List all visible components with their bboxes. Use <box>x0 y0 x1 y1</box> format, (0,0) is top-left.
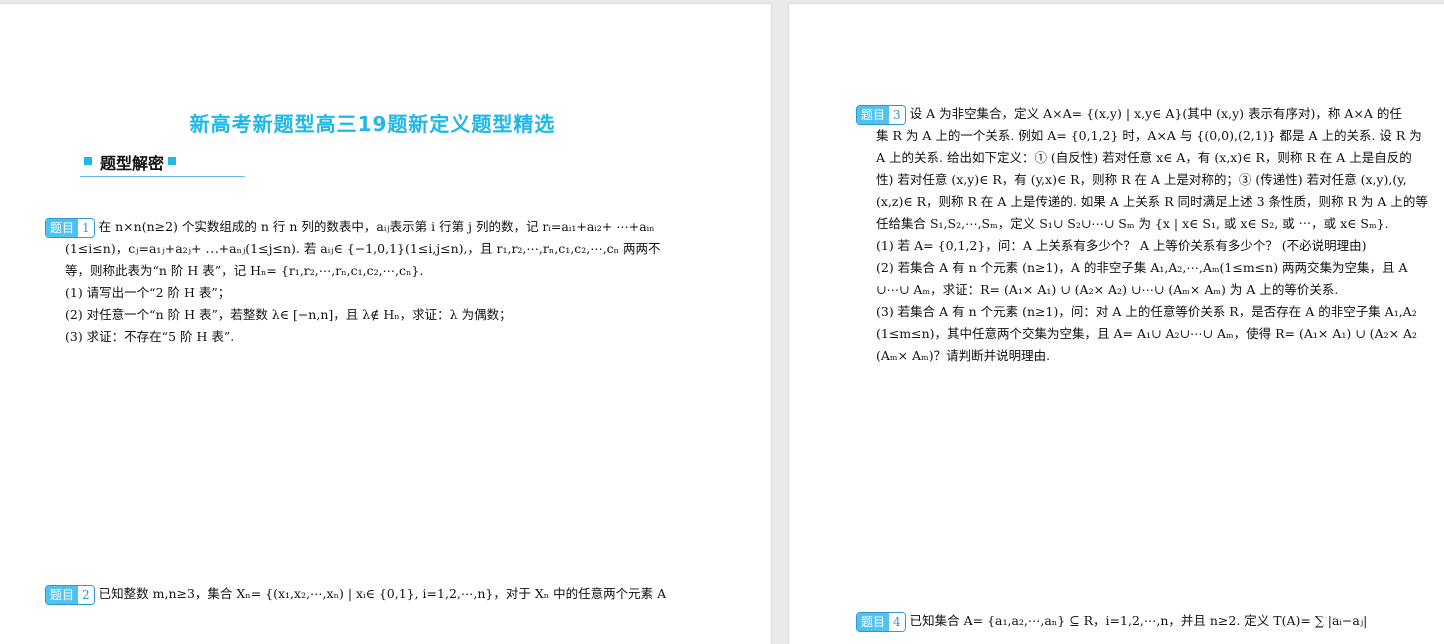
left-page: 新高考新题型高三19题新定义题型精选 题型解密 题目 1 在 n×n(n≥2) 个实… <box>0 4 771 644</box>
problem-line: (x,z)∈ R，则称 R 在 A 上是传递的. 如果 A 上关系 R 同时满足… <box>876 194 1428 209</box>
section-label: 题型解密 <box>100 154 165 173</box>
problem-line: 题目 2 已知整数 m,n≥3，集合 Xₙ= {(x₁,x₂,⋯,xₙ) | xᵢ∈… <box>45 583 735 605</box>
problem-line: (2) 对任意一个“n 阶 H 表”，若整数 λ∈ [−n,n]，且 λ∉ Hₙ… <box>65 307 512 322</box>
problem-tag-label: 题目 <box>857 105 890 124</box>
problem-text: 设 A 为非空集合，定义 A×A= {(x,y) | x,y∈ A}(其中 (x… <box>909 106 1402 121</box>
problem-tag: 题目 1 <box>45 217 95 238</box>
problem-text: 在 n×n(n≥2) 个实数组成的 n 行 n 列的数表中，aᵢⱼ表示第 i 行… <box>98 219 655 234</box>
problem-tag-number: 2 <box>78 585 94 604</box>
page-title: 新高考新题型高三19题新定义题型精选 <box>189 112 556 136</box>
square-bullet-icon <box>168 156 177 165</box>
problem-line: 题目 1 在 n×n(n≥2) 个实数组成的 n 行 n 列的数表中，aᵢⱼ表示第 … <box>45 216 735 238</box>
problem-line: (1) 若 A= {0,1,2}，问：A 上关系有多少个？ A 上等价关系有多少… <box>876 238 1367 253</box>
problem-line: 题目 4 已知集合 A= {a₁,a₂,⋯,aₙ} ⊆ R，i=1,2,⋯,n，并且… <box>856 610 1444 632</box>
problem-line: (1≤i≤n)，cⱼ=a₁ⱼ+a₂ⱼ+ ⋯+aₙⱼ(1≤j≤n). 若 aᵢⱼ∈… <box>65 241 661 256</box>
problem-tag-number: 3 <box>889 105 905 124</box>
problem-line: (1) 请写出一个“2 阶 H 表”； <box>65 285 231 300</box>
problem-line: 集 R 为 A 上的一个关系. 例如 A= {0,1,2} 时，A×A 与 {(… <box>876 128 1422 143</box>
problem-line: (1≤m≤n)，其中任意两个交集为空集，且 A= A₁∪ A₂∪⋯∪ Aₘ，使得… <box>876 326 1418 341</box>
problem-tag: 题目 3 <box>856 104 906 125</box>
problem-text: 已知集合 A= {a₁,a₂,⋯,aₙ} ⊆ R，i=1,2,⋯,n，并且 n≥… <box>909 613 1368 628</box>
problem-tag-number: 1 <box>78 218 94 237</box>
right-page: 题目 3 设 A 为非空集合，定义 A×A= {(x,y) | x,y∈ A}(其中… <box>789 4 1444 644</box>
problem-tag: 题目 2 <box>45 584 95 605</box>
problem-line: 题目 3 设 A 为非空集合，定义 A×A= {(x,y) | x,y∈ A}(其中… <box>856 103 1444 125</box>
problem-3: 题目 3 设 A 为非空集合，定义 A×A= {(x,y) | x,y∈ A}(其中… <box>856 103 1444 367</box>
section-heading: 题型解密 <box>80 150 245 177</box>
problem-1: 题目 1 在 n×n(n≥2) 个实数组成的 n 行 n 列的数表中，aᵢⱼ表示第 … <box>45 216 735 348</box>
square-bullet-icon <box>84 156 92 165</box>
problem-line: 任给集合 S₁,S₂,⋯,Sₘ，定义 S₁∪ S₂∪⋯∪ Sₘ 为 {x | x… <box>876 216 1389 231</box>
problem-4: 题目 4 已知集合 A= {a₁,a₂,⋯,aₙ} ⊆ R，i=1,2,⋯,n，并且… <box>856 610 1444 632</box>
problem-line: 性) 若对任意 (x,y)∈ R，有 (y,x)∈ R，则称 R 在 A 上是对… <box>876 172 1407 187</box>
problem-text: 已知整数 m,n≥3，集合 Xₙ= {(x₁,x₂,⋯,xₙ) | xᵢ∈ {0… <box>98 586 667 601</box>
problem-line: A 上的关系. 给出如下定义：① (自反性) 若对任意 x∈ A，有 (x,x)… <box>876 150 1412 165</box>
problem-line: (3) 若集合 A 有 n 个元素 (n≥1)，问：对 A 上的任意等价关系 R… <box>876 304 1417 319</box>
problem-tag-label: 题目 <box>46 585 79 604</box>
problem-tag-label: 题目 <box>46 218 79 237</box>
problem-line: (2) 若集合 A 有 n 个元素 (n≥1)，A 的非空子集 A₁,A₂,⋯,… <box>876 260 1408 275</box>
problem-line: (3) 求证：不存在“5 阶 H 表”. <box>65 329 235 344</box>
problem-2: 题目 2 已知整数 m,n≥3，集合 Xₙ= {(x₁,x₂,⋯,xₙ) | xᵢ∈… <box>45 583 735 605</box>
problem-line: ∪⋯∪ Aₘ，求证：R= (A₁× A₁) ∪ (A₂× A₂) ∪⋯∪ (Aₘ… <box>876 282 1339 297</box>
problem-line: (Aₘ× Aₘ)？请判断并说明理由. <box>876 348 1051 363</box>
problem-line: 等，则称此表为“n 阶 H 表”，记 Hₙ= {r₁,r₂,⋯,rₙ,c₁,c₂… <box>65 263 424 278</box>
